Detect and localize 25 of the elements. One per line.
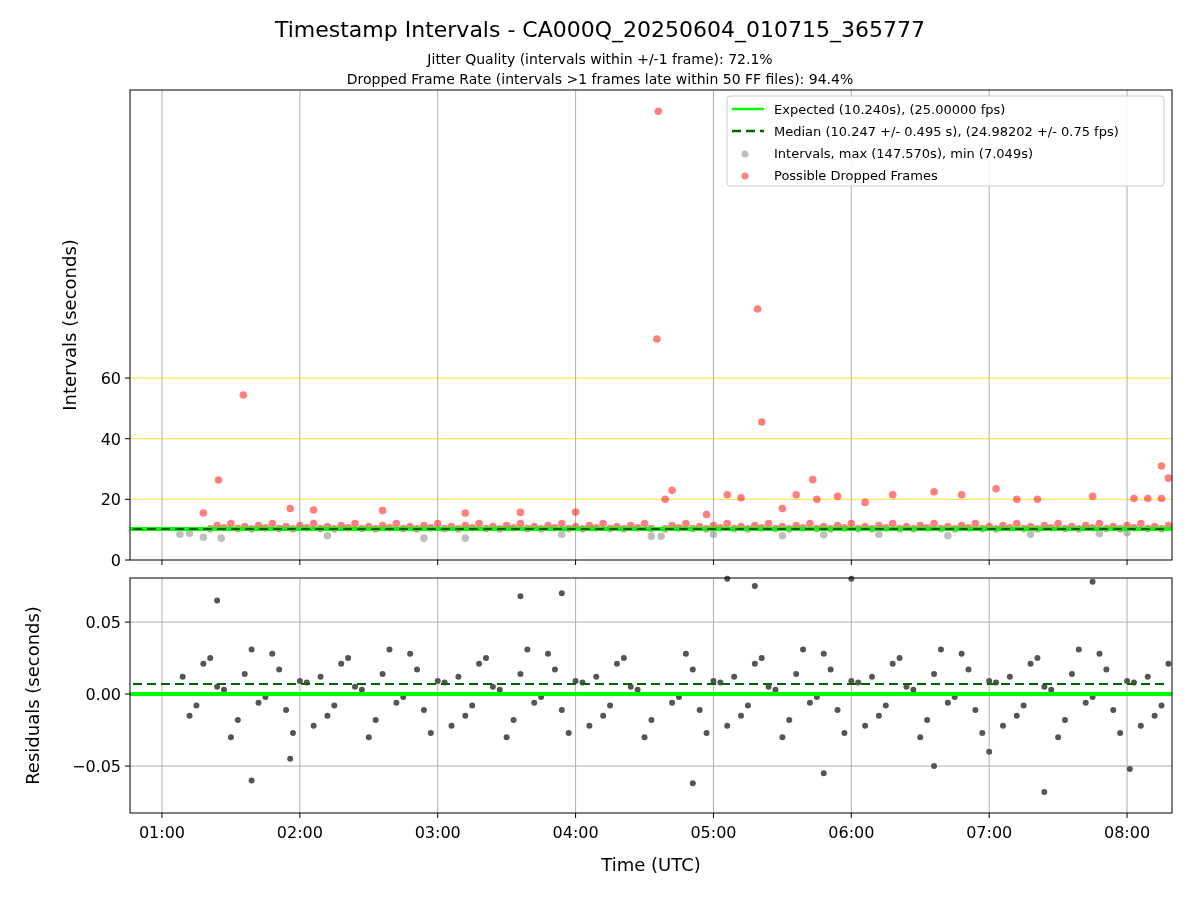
tick-label: −0.05 (71, 757, 121, 777)
tick-label: 0 (110, 551, 121, 570)
tick-label: 0.00 (85, 685, 121, 705)
tick-label: 08:00 (1104, 823, 1151, 842)
tick-label: 06:00 (828, 823, 875, 842)
legend-label: Intervals, max (147.570s), min (7.049s) (774, 146, 1033, 161)
tick-label: 04:00 (552, 823, 599, 842)
legend-label: Expected (10.240s), (25.00000 fps) (774, 102, 1006, 117)
tick-label: 0.05 (85, 613, 121, 633)
tick-label: 05:00 (690, 823, 737, 842)
legend-label: Possible Dropped Frames (774, 168, 938, 183)
tick-label: 20 (100, 490, 121, 510)
legend-label: Median (10.247 +/- 0.495 s), (24.98202 +/- 0.75 fps) (774, 124, 1119, 139)
tick-label: 01:00 (138, 823, 186, 842)
figure-title: Timestamp Intervals - CA000Q_20250604_010715_365777 (274, 17, 926, 42)
tick-label: 02:00 (276, 823, 323, 842)
axis-label: Time (UTC) (601, 854, 701, 875)
tick-label: 40 (100, 429, 121, 449)
figure-subtitle: Dropped Frame Rate (intervals >1 frames late within 50 FF files): 94.4% (346, 71, 854, 87)
tick-label: 07:00 (966, 823, 1013, 842)
axis-label: Intervals (seconds) (59, 239, 80, 411)
tick-label: 60 (100, 369, 121, 389)
axis-label: Residuals (seconds) (22, 606, 43, 785)
figure-subtitle: Jitter Quality (intervals within +/-1 frame): 72.1% (427, 51, 773, 67)
tick-label: 03:00 (414, 823, 461, 842)
